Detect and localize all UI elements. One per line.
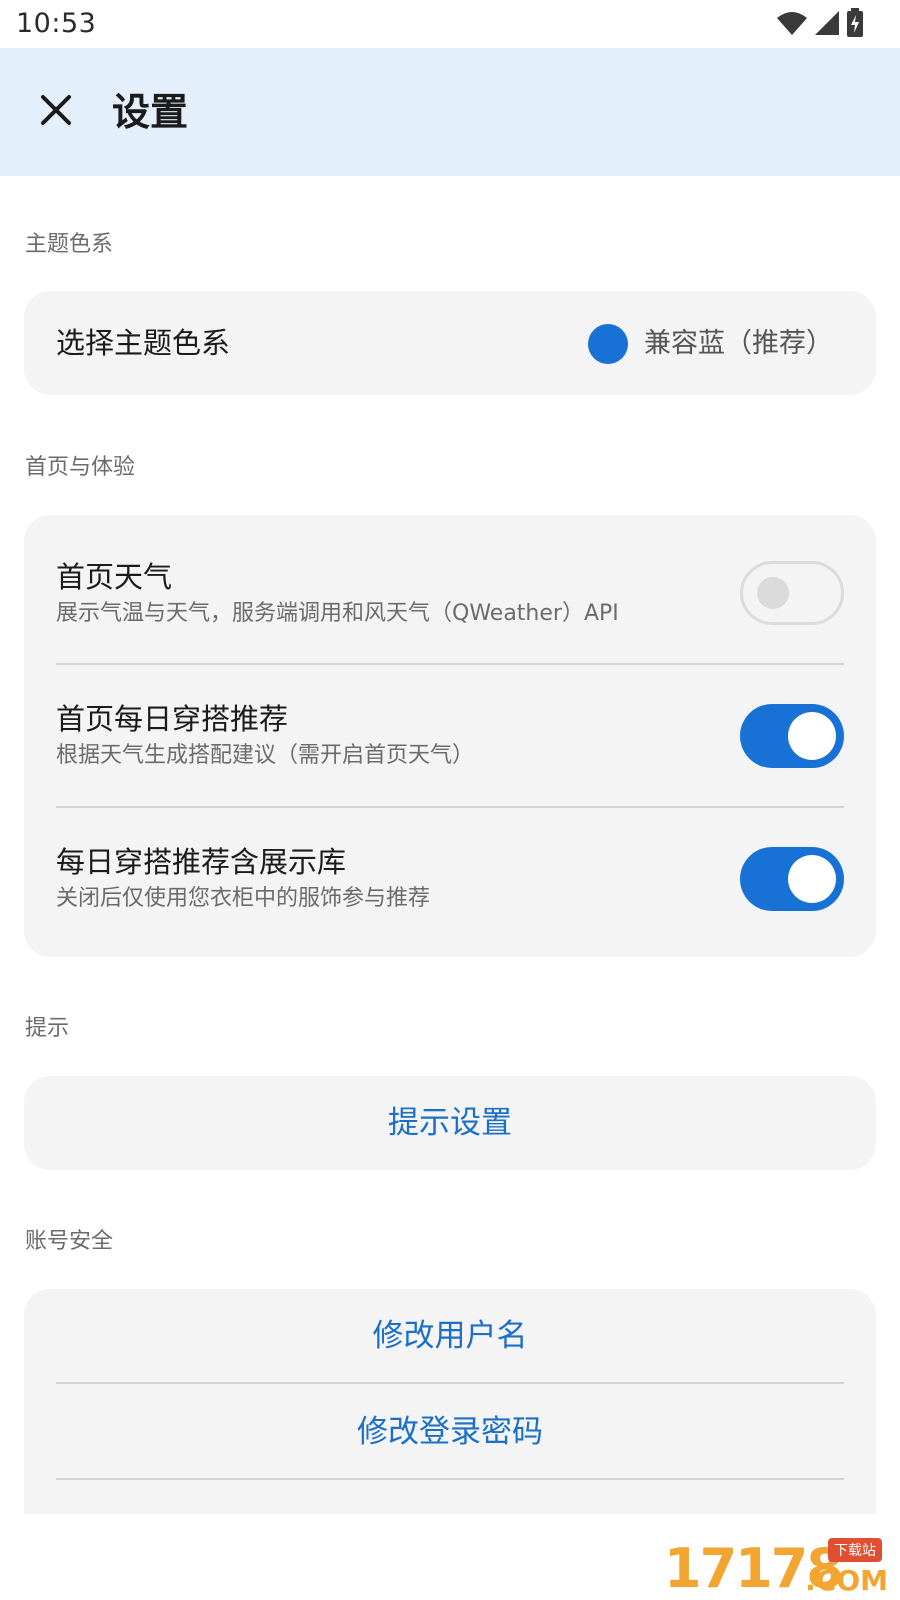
home-card: 首页天气 展示气温与天气，服务端调用和风天气（QWeather）API 首页每日…	[24, 515, 876, 957]
section-label-home: 首页与体验	[25, 455, 136, 480]
divider	[56, 1382, 844, 1384]
setting-subtitle: 关闭后仅使用您衣柜中的服饰参与推荐	[56, 886, 431, 911]
theme-value: 兼容蓝（推荐）	[644, 328, 833, 359]
watermark-logo: 17178 下载站 .COM	[662, 1538, 892, 1600]
page-title: 设置	[112, 90, 189, 134]
theme-row-title: 选择主题色系	[56, 326, 231, 360]
wifi-icon	[777, 12, 807, 35]
status-icons	[776, 8, 864, 38]
tips-card: 提示设置	[24, 1076, 876, 1170]
theme-select-row[interactable]: 选择主题色系 兼容蓝（推荐）	[24, 291, 876, 395]
battery-charging-icon	[847, 8, 863, 37]
toggle-knob	[757, 577, 789, 609]
status-time: 10:53	[16, 8, 97, 39]
divider	[56, 1478, 844, 1480]
section-label-tips: 提示	[25, 1016, 70, 1041]
toggle-knob	[788, 855, 836, 903]
theme-card: 选择主题色系 兼容蓝（推荐）	[24, 291, 876, 395]
setting-row-home-weather: 首页天气 展示气温与天气，服务端调用和风天气（QWeather）API	[24, 515, 876, 663]
setting-subtitle: 展示气温与天气，服务端调用和风天气（QWeather）API	[56, 601, 619, 626]
watermark-badge: 下载站	[828, 1538, 882, 1562]
status-bar: 10:53	[0, 0, 900, 48]
account-card: 修改用户名 修改登录密码	[24, 1289, 876, 1514]
toggle-daily-outfit[interactable]	[740, 704, 844, 768]
tips-settings-button[interactable]: 提示设置	[24, 1102, 876, 1144]
setting-row-include-gallery: 每日穿搭推荐含展示库 关闭后仅使用您衣柜中的服饰参与推荐	[24, 808, 876, 957]
setting-title: 首页天气	[56, 560, 173, 594]
setting-title: 首页每日穿搭推荐	[56, 702, 289, 736]
app-bar: 设置	[0, 48, 900, 176]
toggle-home-weather[interactable]	[740, 561, 844, 625]
section-label-theme: 主题色系	[25, 232, 114, 257]
toggle-knob	[788, 712, 836, 760]
close-button[interactable]	[28, 82, 84, 138]
setting-row-daily-outfit: 首页每日穿搭推荐 根据天气生成搭配建议（需开启首页天气）	[24, 665, 876, 807]
section-label-account: 账号安全	[25, 1229, 114, 1254]
toggle-include-gallery[interactable]	[740, 847, 844, 911]
watermark-suffix: .COM	[805, 1564, 888, 1597]
signal-icon	[815, 11, 839, 35]
setting-subtitle: 根据天气生成搭配建议（需开启首页天气）	[56, 743, 475, 768]
change-password-button[interactable]: 修改登录密码	[24, 1411, 876, 1453]
setting-title: 每日穿搭推荐含展示库	[56, 845, 347, 879]
close-icon	[41, 95, 71, 125]
theme-color-dot	[588, 324, 628, 364]
change-username-button[interactable]: 修改用户名	[24, 1315, 876, 1357]
